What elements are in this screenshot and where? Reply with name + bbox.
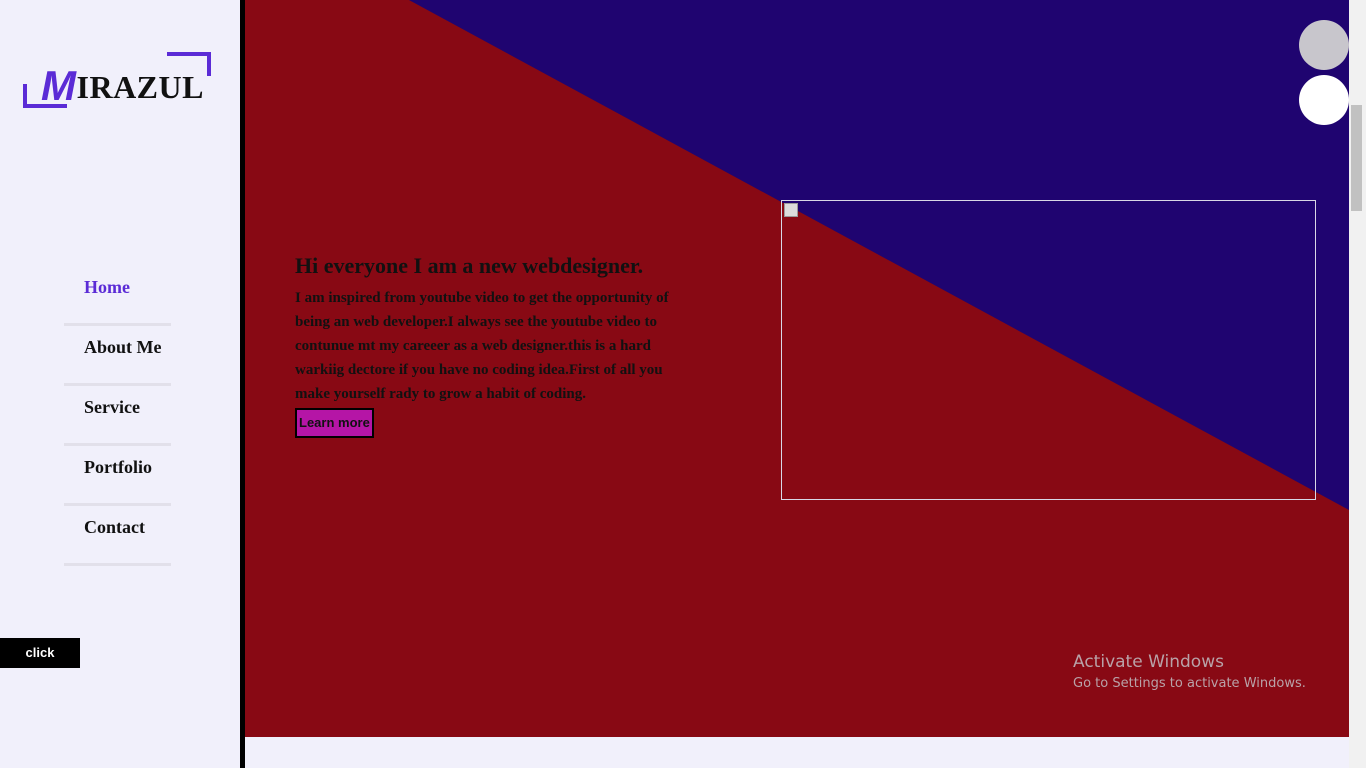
floating-circle-button[interactable]: [1299, 75, 1349, 125]
hero-text-block: Hi everyone I am a new webdesigner. I am…: [295, 252, 685, 438]
nav-item-home[interactable]: Home: [64, 268, 171, 326]
hero-heading: Hi everyone I am a new webdesigner.: [295, 253, 644, 278]
watermark-title: Activate Windows: [1073, 652, 1224, 672]
hero-section: Hi everyone I am a new webdesigner. I am…: [245, 0, 1349, 737]
nav-item-about-me[interactable]: About Me: [64, 328, 171, 386]
nav-item-contact[interactable]: Contact: [64, 508, 171, 566]
nav-item-label[interactable]: Portfolio: [84, 457, 152, 478]
nav-item-label[interactable]: Home: [84, 277, 130, 298]
watermark-subtitle: Go to Settings to activate Windows.: [1073, 676, 1306, 691]
click-button[interactable]: click: [0, 638, 80, 668]
hero-image: [781, 200, 1316, 500]
logo[interactable]: MIRAZUL: [23, 52, 213, 110]
nav-item-label[interactable]: Service: [84, 397, 140, 418]
main-nav: Home About Me Service Portfolio Contact: [64, 268, 171, 566]
nav-item-service[interactable]: Service: [64, 388, 171, 446]
sidebar: MIRAZUL Home About Me Service Portfolio …: [0, 0, 236, 768]
logo-text: MIRAZUL: [41, 60, 204, 109]
nav-item-portfolio[interactable]: Portfolio: [64, 448, 171, 506]
scrollbar-thumb[interactable]: [1351, 105, 1362, 211]
activate-windows-watermark: Activate Windows Go to Settings to activ…: [1073, 651, 1306, 695]
broken-image-icon: [784, 203, 798, 217]
hero-paragraph: I am inspired from youtube video to get …: [295, 290, 669, 402]
logo-initial: M: [41, 62, 77, 109]
vertical-scrollbar[interactable]: [1349, 0, 1366, 768]
nav-item-label[interactable]: About Me: [84, 337, 162, 358]
learn-more-button[interactable]: Learn more: [295, 408, 374, 438]
nav-item-label[interactable]: Contact: [84, 517, 145, 538]
logo-name: IRAZUL: [76, 69, 204, 105]
floating-circle-button[interactable]: [1299, 20, 1349, 70]
